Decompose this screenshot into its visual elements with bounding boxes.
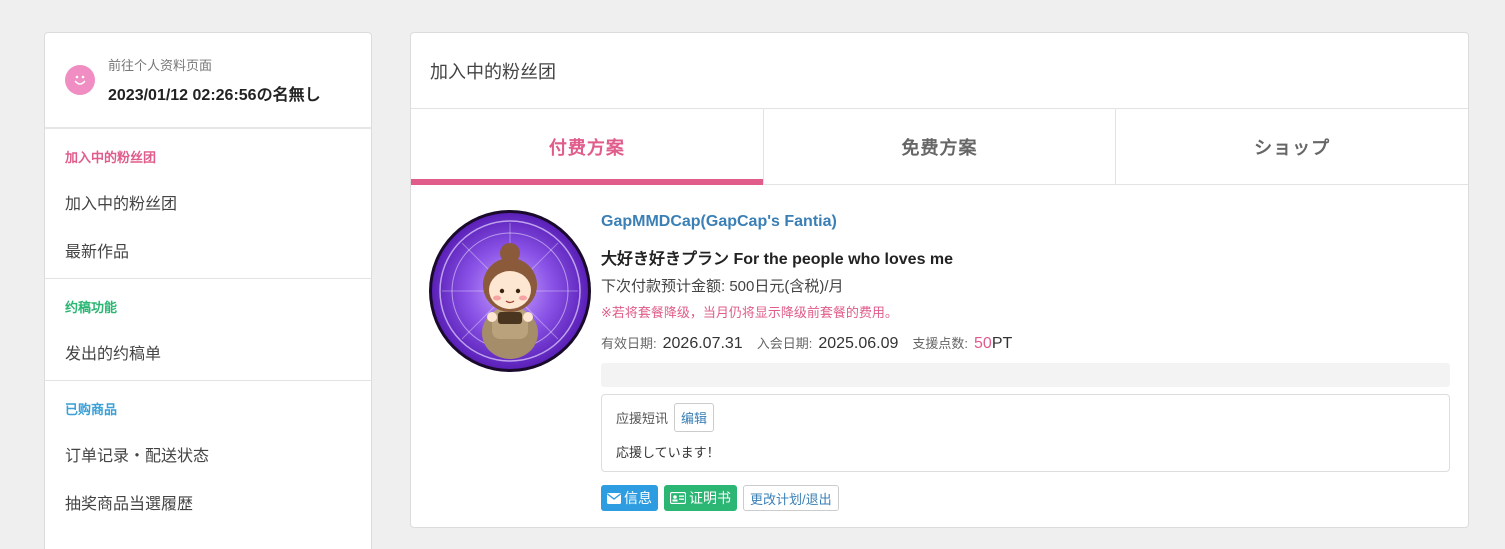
support-message-box: 应援短讯 编辑 応援しています！ — [601, 394, 1450, 472]
membership-info: 有效日期: 2026.07.31 入会日期: 2025.06.09 支援点数: … — [601, 333, 1450, 353]
page-title: 加入中的粉丝团 — [411, 33, 1468, 109]
plan-tabs: 付费方案 免费方案 ショップ — [411, 109, 1468, 185]
creator-avatar-image — [432, 213, 588, 369]
certificate-button-label: 证明书 — [689, 490, 731, 506]
fanclub-details: GapMMDCap(GapCap's Fantia) 大好き好きプラン For … — [601, 213, 1450, 511]
avatar — [65, 65, 95, 95]
sidebar-section-commissions: 约稿功能 发出的约稿单 — [45, 279, 371, 381]
tab-paid-plans[interactable]: 付费方案 — [411, 109, 764, 185]
main-panel: 加入中的粉丝团 付费方案 免费方案 ショップ GapMMDCap(GapCap'… — [410, 32, 1469, 528]
tab-free-plans[interactable]: 免费方案 — [764, 109, 1117, 184]
downgrade-notice: ※若将套餐降级，当月仍将显示降级前套餐的费用。 — [601, 305, 898, 320]
support-message-label: 应援短讯 — [616, 411, 669, 426]
change-plan-button[interactable]: 更改计划/退出 — [743, 485, 839, 511]
plan-name: 大好き好きプラン For the people who loves me — [601, 251, 954, 268]
creator-link[interactable]: GapMMDCap(GapCap's Fantia) — [601, 213, 837, 231]
gray-bar — [601, 363, 1450, 387]
next-payment: 下次付款预计金额: 500日元(含税)/月 — [601, 278, 844, 295]
smile-icon — [74, 75, 86, 85]
profile-name: 2023/01/12 02:26:56の名無し — [108, 87, 321, 104]
sidebar-item-order-history[interactable]: 订单记录・配送状态 — [45, 430, 371, 478]
message-button[interactable]: 信息 — [601, 485, 658, 511]
profile-link[interactable]: 前往个人资料页面 2023/01/12 02:26:56の名無し — [45, 33, 371, 129]
id-card-icon — [670, 492, 686, 504]
fanclub-avatar[interactable] — [429, 210, 591, 372]
support-message-text: 応援しています！ — [616, 445, 720, 460]
support-points-unit: PT — [991, 335, 1013, 352]
sidebar-heading-purchases: 已购商品 — [65, 402, 118, 417]
sidebar-item-joined-fanclubs[interactable]: 加入中的粉丝团 — [45, 178, 371, 226]
sidebar-item-lottery-history[interactable]: 抽奖商品当選履歴 — [45, 478, 371, 526]
edit-message-button[interactable]: 编辑 — [674, 403, 715, 432]
sidebar-heading-commissions: 约稿功能 — [65, 300, 118, 315]
valid-date-label: 有效日期: — [601, 336, 657, 351]
certificate-button[interactable]: 证明书 — [664, 485, 737, 511]
sidebar-section-fanclubs: 加入中的粉丝团 加入中的粉丝团 最新作品 — [45, 129, 371, 279]
profile-link-label: 前往个人资料页面 — [108, 58, 213, 73]
sidebar-item-sent-requests[interactable]: 发出的约稿单 — [45, 328, 371, 376]
action-buttons: 信息 证明书 更改计划/退出 — [601, 485, 1450, 511]
support-points-label: 支援点数: — [912, 336, 969, 351]
sidebar-section-purchases: 已购商品 订单记录・配送状态 抽奖商品当選履歴 — [45, 381, 371, 530]
tab-shop[interactable]: ショップ — [1116, 109, 1468, 184]
sidebar-heading-fanclubs: 加入中的粉丝团 — [65, 150, 157, 165]
join-date: 2025.06.09 — [818, 335, 899, 352]
join-date-label: 入会日期: — [756, 336, 813, 351]
sidebar-item-latest-works[interactable]: 最新作品 — [45, 226, 371, 274]
envelope-icon — [607, 492, 621, 504]
support-points-value: 50 — [974, 335, 992, 352]
message-button-label: 信息 — [624, 490, 652, 506]
sidebar: 前往个人资料页面 2023/01/12 02:26:56の名無し 加入中的粉丝团… — [44, 32, 372, 549]
valid-date: 2026.07.31 — [662, 335, 743, 352]
